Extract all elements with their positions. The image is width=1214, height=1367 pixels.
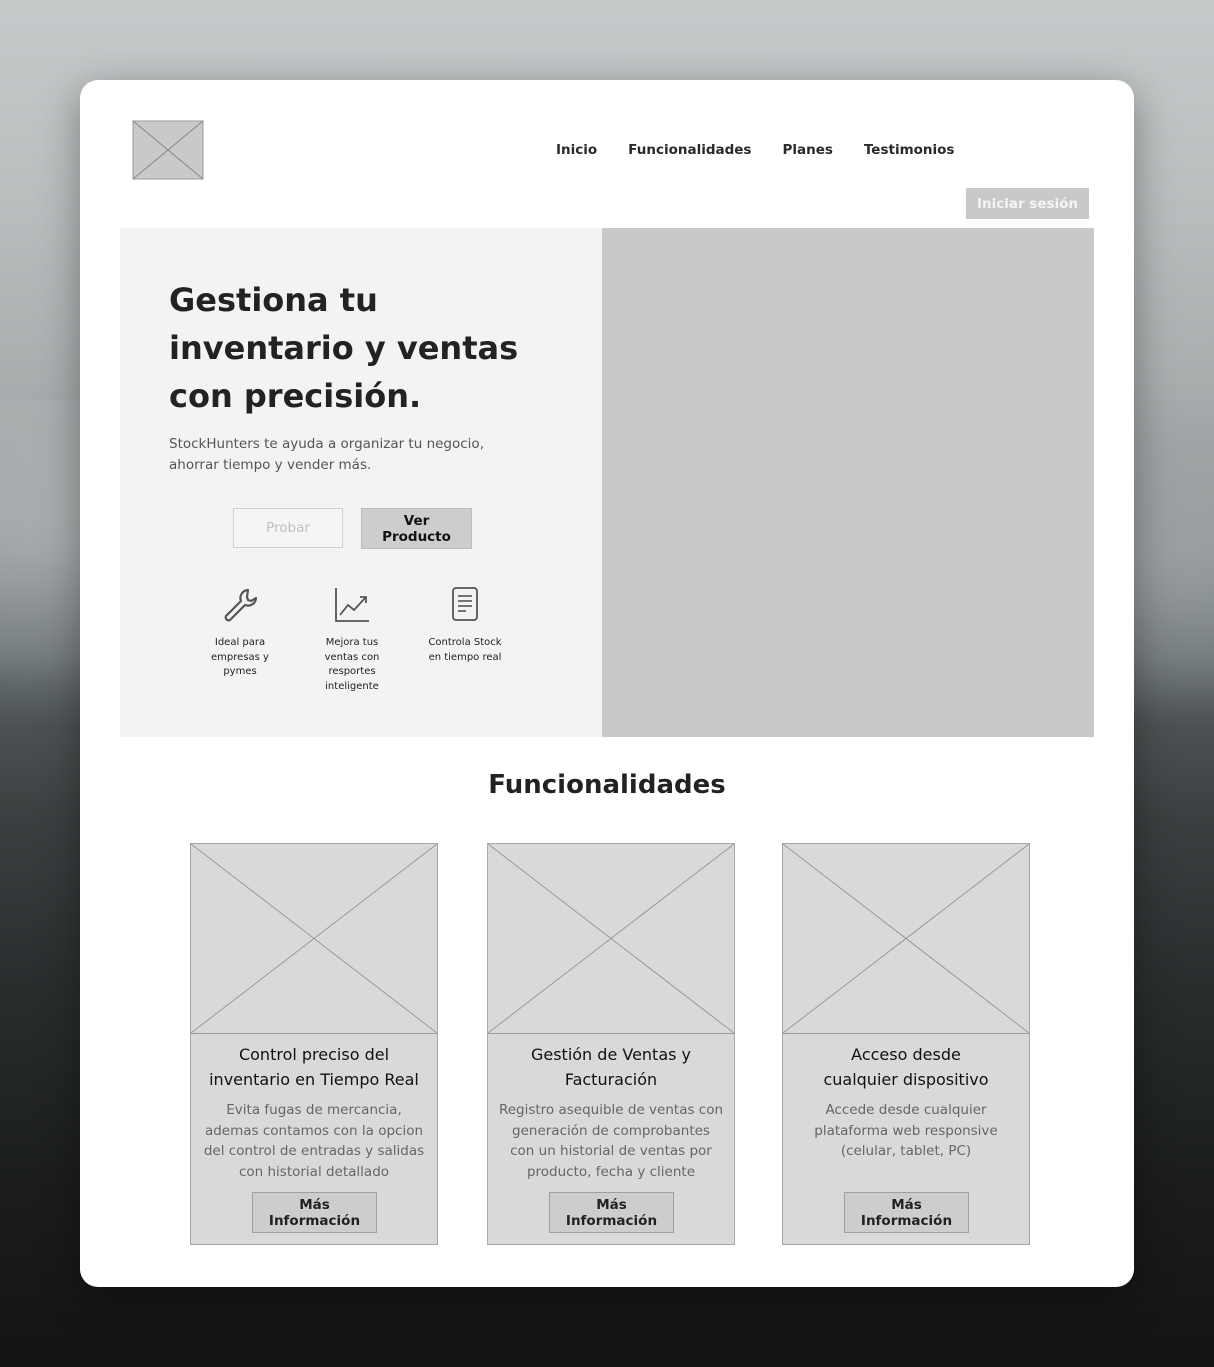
- hero-section: Gestiona tu inventario y ventas con prec…: [120, 228, 1094, 737]
- nav-testimonios[interactable]: Testimonios: [864, 142, 955, 158]
- card-desc-line: Registro asequible de ventas con: [498, 1102, 724, 1118]
- hero-subtitle: StockHunters te ayuda a organizar tu neg…: [169, 434, 509, 476]
- feature-label-line: resportes: [328, 666, 376, 677]
- browser-frame: Inicio Funcionalidades Planes Testimonio…: [80, 80, 1134, 1287]
- card-desc-line: plataforma web responsive: [814, 1122, 998, 1139]
- chart-icon: [335, 588, 369, 622]
- features-title: Funcionalidades: [488, 770, 726, 800]
- feature-label-line: empresas y: [211, 651, 269, 663]
- feature-card-inventory: Control preciso del inventario en Tiempo…: [190, 843, 438, 1245]
- feature-card-sales: Gestión de Ventas y Facturación Registro…: [487, 843, 735, 1245]
- card-desc-line: con historial detallado: [238, 1163, 390, 1180]
- nav-planes[interactable]: Planes: [782, 142, 832, 158]
- card-title-line: inventario en Tiempo Real: [209, 1070, 419, 1089]
- card-desc-line: Evita fugas de mercancia,: [226, 1102, 402, 1118]
- card-title: Acceso desde cualquier dispositivo: [791, 1042, 1021, 1092]
- card-desc-line: (celular, tablet, PC): [840, 1143, 972, 1159]
- hero-image-placeholder: [602, 228, 1094, 737]
- feature-label-line: en tiempo real: [428, 651, 502, 663]
- hero-title: Gestiona tu inventario y ventas con prec…: [169, 276, 549, 420]
- feature-label-line: inteligente: [325, 680, 379, 692]
- feature-item-stock: Controla Stock en tiempo real: [425, 586, 505, 665]
- card-image-placeholder: [191, 844, 437, 1034]
- card-desc-line: producto, fecha y cliente: [526, 1163, 696, 1180]
- more-info-button[interactable]: Más Información: [252, 1192, 377, 1233]
- card-description: Evita fugas de mercancia, ademas contamo…: [199, 1100, 429, 1182]
- card-description: Registro asequible de ventas con generac…: [496, 1100, 726, 1182]
- feature-label-line: Ideal para: [214, 637, 266, 648]
- nav-inicio[interactable]: Inicio: [556, 142, 597, 158]
- login-button[interactable]: Iniciar sesión: [966, 188, 1089, 219]
- card-image-placeholder: [488, 844, 734, 1034]
- more-info-button[interactable]: Más Información: [549, 1192, 674, 1233]
- feature-label-line: Mejora tus: [325, 637, 379, 648]
- try-button[interactable]: Probar: [233, 508, 343, 548]
- card-title: Gestión de Ventas y Facturación: [496, 1042, 726, 1092]
- card-description: Accede desde cualquier plataforma web re…: [791, 1100, 1021, 1162]
- feature-label-line: Controla Stock: [428, 637, 502, 648]
- feature-label-line: pymes: [223, 666, 257, 677]
- document-icon: [452, 587, 478, 621]
- feature-item-ideal: Ideal para empresas y pymes: [200, 586, 280, 680]
- nav-funcionalidades[interactable]: Funcionalidades: [628, 142, 751, 158]
- wrench-icon: [224, 588, 258, 622]
- card-desc-line: generación de comprobantes: [512, 1122, 710, 1139]
- card-desc-line: Accede desde cualquier: [825, 1102, 987, 1118]
- card-image-placeholder: [783, 844, 1029, 1034]
- card-title-line: Facturación: [564, 1070, 658, 1089]
- card-title-line: cualquier dispositivo: [823, 1070, 989, 1089]
- feature-item-reports: Mejora tus ventas con resportes intelige…: [312, 586, 392, 694]
- more-info-button[interactable]: Más Información: [844, 1192, 969, 1233]
- view-product-button[interactable]: Ver Producto: [361, 508, 472, 549]
- card-title: Control preciso del inventario en Tiempo…: [199, 1042, 429, 1092]
- feature-card-access: Acceso desde cualquier dispositivo Acced…: [782, 843, 1030, 1245]
- card-desc-line: ademas contamos con la opcion: [204, 1122, 424, 1139]
- logo-placeholder[interactable]: [132, 120, 204, 180]
- hero-subtitle-line: ahorrar tiempo y vender más.: [169, 457, 372, 473]
- hero-title-line: inventario y ventas: [169, 329, 519, 367]
- hero-title-line: Gestiona tu: [169, 281, 378, 319]
- feature-label-line: ventas con: [324, 651, 380, 663]
- card-desc-line: del control de entradas y salidas: [203, 1143, 425, 1159]
- card-desc-line: con un historial de ventas por: [510, 1143, 712, 1159]
- card-title-line: Gestión de Ventas y: [530, 1045, 692, 1064]
- card-title-line: Control preciso del: [238, 1045, 390, 1064]
- hero-subtitle-line: StockHunters te ayuda a organizar tu neg…: [169, 436, 484, 452]
- main-nav: Inicio Funcionalidades Planes Testimonio…: [526, 134, 954, 166]
- hero-title-line: con precisión.: [169, 377, 422, 415]
- card-title-line: Acceso desde: [851, 1045, 961, 1064]
